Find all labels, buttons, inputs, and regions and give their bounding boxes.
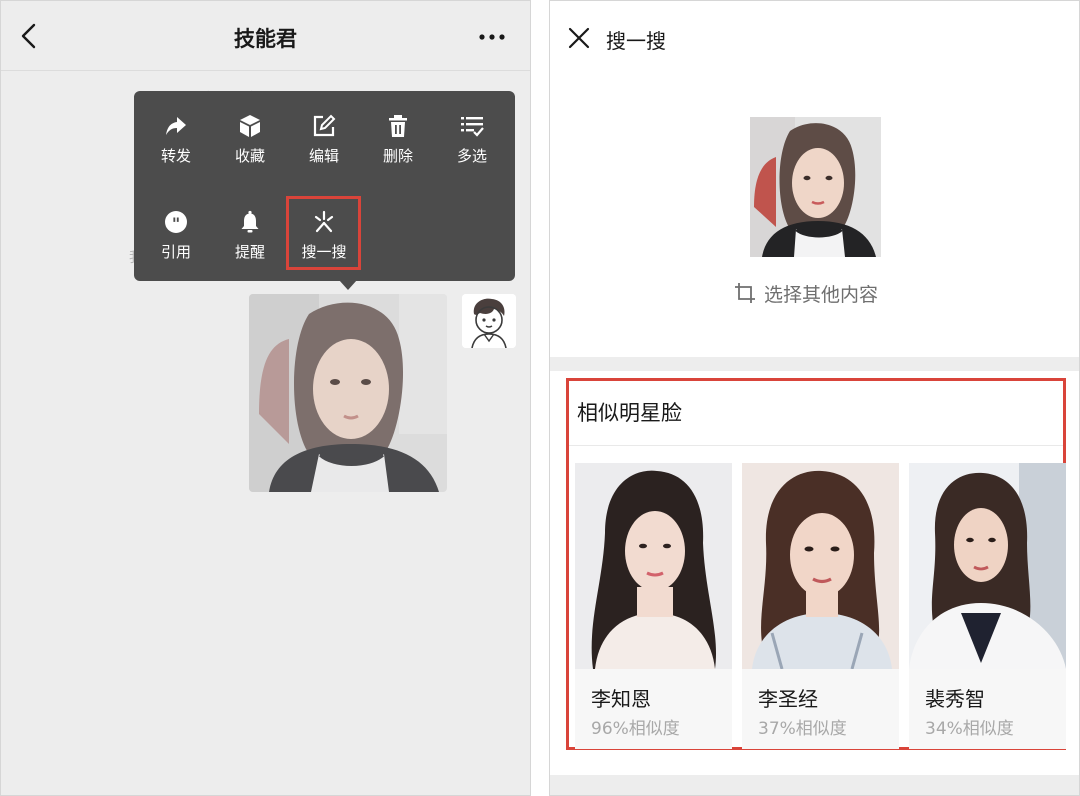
svg-text:": " <box>172 214 180 233</box>
star-photo <box>575 463 732 669</box>
star-similarity: 34%相似度 <box>925 719 1014 739</box>
menu-item-remind[interactable]: 提醒 <box>213 209 287 279</box>
chat-screen: 技能君 昨天 上午 09:41 我 转发 <box>0 0 531 796</box>
menu-item-multi-select[interactable]: 多选 <box>435 113 509 183</box>
chat-header: 技能君 <box>1 1 530 71</box>
menu-item-delete[interactable]: 删除 <box>361 113 435 183</box>
star-photo <box>742 463 899 669</box>
star-name: 李圣经 <box>758 687 818 711</box>
cube-favorite-icon <box>240 115 260 137</box>
star-similarity: 37%相似度 <box>758 719 847 739</box>
forward-icon <box>166 117 186 135</box>
edit-icon <box>313 114 336 137</box>
more-options-icon[interactable] <box>478 27 506 47</box>
menu-item-favorite[interactable]: 收藏 <box>213 113 287 183</box>
trash-icon <box>389 115 407 137</box>
menu-item-quote[interactable]: " 引用 <box>139 209 213 279</box>
portrait-photo <box>249 294 447 492</box>
star-photo <box>909 463 1066 669</box>
section-divider <box>550 357 1079 371</box>
similar-stars-title: 相似明星脸 <box>577 401 682 425</box>
query-portrait-photo <box>750 117 881 257</box>
star-name: 裴秀智 <box>925 687 985 711</box>
results-divider <box>569 445 1063 446</box>
chat-title: 技能君 <box>234 27 297 51</box>
search-screen: 搜一搜 选择其他内容 相似明星脸 李知恩 96%相似度 李圣经 37%相似度 裴… <box>549 0 1080 796</box>
screenshot-canvas: 技能君 昨天 上午 09:41 我 转发 <box>0 0 1080 796</box>
chat-image-message[interactable] <box>249 294 447 492</box>
message-context-menu: 转发 收藏 编辑 删除 多选 " 引用 提醒 搜一搜 <box>134 91 515 290</box>
select-other-content-button[interactable]: 选择其他内容 <box>734 280 878 306</box>
close-icon[interactable] <box>566 25 592 51</box>
quote-icon: " <box>165 211 187 233</box>
bottom-divider <box>550 775 1079 795</box>
star-card[interactable]: 裴秀智 34%相似度 <box>909 463 1066 749</box>
cartoon-avatar-icon <box>462 294 516 348</box>
bell-icon <box>241 210 259 233</box>
menu-item-forward[interactable]: 转发 <box>139 113 213 183</box>
similar-stars-section: 相似明星脸 李知恩 96%相似度 李圣经 37%相似度 裴秀智 34%相似度 <box>566 378 1066 750</box>
star-card[interactable]: 李圣经 37%相似度 <box>742 463 899 749</box>
menu-item-edit[interactable]: 编辑 <box>287 113 361 183</box>
search-highlight-box <box>286 196 361 270</box>
multi-select-icon <box>461 117 484 137</box>
star-similarity: 96%相似度 <box>591 719 680 739</box>
query-image[interactable] <box>750 117 881 257</box>
user-avatar[interactable] <box>462 294 516 348</box>
star-name: 李知恩 <box>591 687 651 711</box>
star-card[interactable]: 李知恩 96%相似度 <box>575 463 732 749</box>
menu-pointer <box>339 280 357 290</box>
crop-icon <box>735 283 755 303</box>
search-title: 搜一搜 <box>606 29 666 53</box>
